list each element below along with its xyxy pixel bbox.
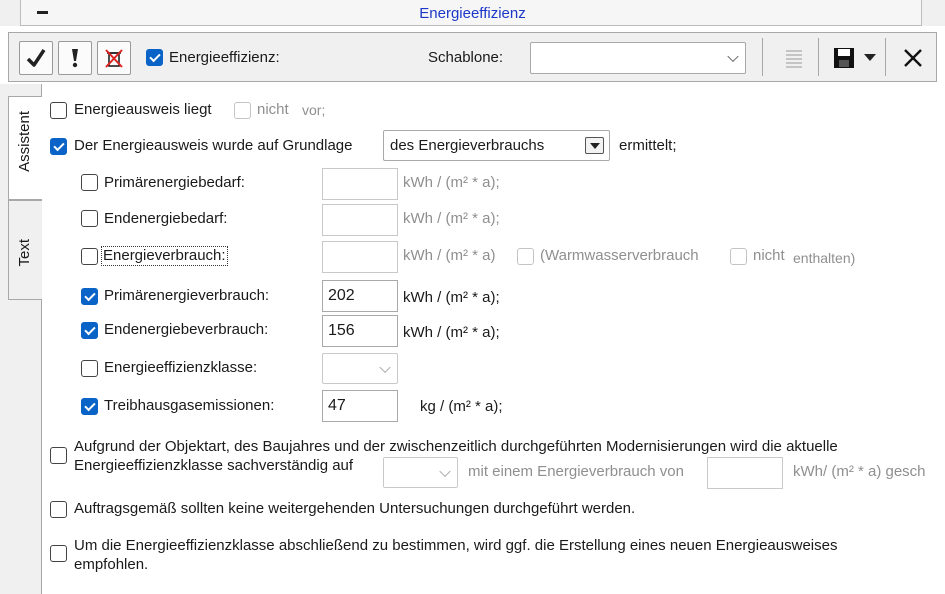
nicht-label: nicht bbox=[257, 101, 289, 118]
aufgrund-mid: mit einem Energieverbrauch von bbox=[468, 463, 684, 480]
erstellung-line1: Um die Energieeffizienzklasse abschließe… bbox=[74, 537, 838, 554]
energieausweis-liegt-label: Energieausweis liegt bbox=[74, 101, 212, 118]
aufgrund-klasse-select[interactable] bbox=[383, 457, 458, 488]
chevron-down-icon bbox=[585, 137, 604, 154]
auftragsgemaess-label: Auftragsgemäß sollten keine weitergehend… bbox=[74, 500, 636, 517]
chevron-down-icon bbox=[439, 465, 451, 477]
chevron-down-icon bbox=[379, 361, 391, 373]
endenergiebedarf-unit: kWh / (m² * a); bbox=[403, 210, 500, 227]
treibhausgas-unit: kg / (m² * a); bbox=[420, 398, 503, 415]
primaerenergiebedarf-checkbox[interactable] bbox=[81, 174, 98, 191]
warmwasser-nicht-label: nicht bbox=[753, 247, 785, 264]
energieverbrauch-label: Energieverbrauch: bbox=[101, 246, 228, 266]
endenergiebeverbrauch-input[interactable]: 156 bbox=[322, 315, 398, 347]
aufgrund-line2: Energieeffizienzklasse sachverständig au… bbox=[74, 457, 354, 474]
window-title: Energieeffizienz bbox=[419, 5, 526, 22]
energieeffizienzklasse-label: Energieeffizienzklasse: bbox=[104, 359, 258, 376]
chevron-down-icon bbox=[727, 50, 739, 63]
energy-checkbox[interactable] bbox=[146, 49, 163, 66]
treibhausgas-input[interactable]: 47 bbox=[322, 390, 398, 422]
primaerenergieverbrauch-unit: kWh / (m² * a); bbox=[403, 289, 500, 306]
exclamation-icon[interactable] bbox=[58, 41, 92, 75]
treibhausgas-checkbox[interactable] bbox=[81, 398, 98, 415]
auftragsgemaess-checkbox[interactable] bbox=[50, 501, 67, 518]
schablone-label: Schablone: bbox=[428, 49, 504, 66]
warmwasser-nicht-checkbox[interactable] bbox=[730, 248, 747, 265]
toolbar-divider bbox=[762, 38, 763, 76]
primaerenergieverbrauch-input[interactable]: 202 bbox=[322, 280, 398, 312]
schablone-select[interactable] bbox=[530, 42, 746, 74]
toolbar-divider-2 bbox=[818, 38, 819, 76]
warmwasser-label: (Warmwasserverbrauch bbox=[540, 247, 699, 264]
primaerenergiebedarf-input[interactable] bbox=[322, 168, 398, 200]
endenergiebedarf-label: Endenergiebedarf: bbox=[104, 210, 228, 227]
grundlage-checkbox[interactable] bbox=[50, 138, 67, 155]
energieverbrauch-input[interactable] bbox=[322, 241, 398, 273]
aufgrund-unit: kWh/ (m² * a) gesch bbox=[793, 463, 926, 480]
grundlage-select-value: des Energieverbrauchs bbox=[390, 137, 545, 154]
tab-assistent-label: Assistent bbox=[16, 111, 33, 172]
aufgrund-line1: Aufgrund der Objektart, des Baujahres un… bbox=[74, 438, 838, 455]
ermittelt-label: ermittelt; bbox=[619, 137, 677, 154]
warmwasser-checkbox[interactable] bbox=[517, 248, 534, 265]
erstellung-line2: empfohlen. bbox=[74, 556, 149, 573]
energieverbrauch-unit: kWh / (m² * a) bbox=[403, 247, 496, 264]
save-dropdown-icon[interactable] bbox=[864, 54, 876, 61]
endenergiebeverbrauch-label: Endenergiebeverbrauch: bbox=[104, 321, 269, 338]
energieverbrauch-checkbox[interactable] bbox=[81, 248, 98, 265]
endenergiebedarf-checkbox[interactable] bbox=[81, 210, 98, 227]
grundlage-label: Der Energieausweis wurde auf Grundlage bbox=[74, 137, 353, 154]
warmwasser-enthalten-label: enthalten) bbox=[793, 250, 856, 266]
energieeffizienzklasse-select[interactable] bbox=[322, 353, 398, 384]
endenergiebedarf-input[interactable] bbox=[322, 204, 398, 236]
nicht-checkbox[interactable] bbox=[234, 102, 251, 119]
energieausweis-liegt-checkbox[interactable] bbox=[50, 102, 67, 119]
close-icon[interactable] bbox=[901, 46, 925, 70]
delete-icon[interactable] bbox=[97, 41, 131, 75]
aufgrund-verbrauch-input[interactable] bbox=[707, 457, 783, 489]
primaerenergieverbrauch-checkbox[interactable] bbox=[81, 288, 98, 305]
erstellung-checkbox[interactable] bbox=[50, 545, 67, 562]
toolbar-divider-3 bbox=[885, 38, 886, 76]
tab-text-label: Text bbox=[16, 239, 33, 267]
checkmark-icon[interactable] bbox=[19, 41, 53, 75]
primaerenergiebedarf-label: Primärenergiebedarf: bbox=[104, 174, 245, 191]
save-icon[interactable] bbox=[832, 46, 856, 70]
endenergiebeverbrauch-unit: kWh / (m² * a); bbox=[403, 324, 500, 341]
vor-label: vor; bbox=[302, 102, 326, 118]
tab-assistent[interactable]: Assistent bbox=[8, 96, 42, 200]
treibhausgas-label: Treibhausgasemissionen: bbox=[104, 397, 275, 414]
aufgrund-checkbox[interactable] bbox=[50, 447, 67, 464]
tab-text[interactable]: Text bbox=[8, 200, 42, 300]
list-icon[interactable] bbox=[782, 46, 806, 70]
primaerenergiebedarf-unit: kWh / (m² * a); bbox=[403, 174, 500, 191]
primaerenergieverbrauch-label: Primärenergieverbrauch: bbox=[104, 287, 270, 304]
energy-checkbox-label: Energieeffizienz: bbox=[169, 49, 280, 66]
energieeffizienzklasse-checkbox[interactable] bbox=[81, 360, 98, 377]
endenergiebeverbrauch-checkbox[interactable] bbox=[81, 322, 98, 339]
grundlage-select[interactable]: des Energieverbrauchs bbox=[383, 130, 610, 161]
